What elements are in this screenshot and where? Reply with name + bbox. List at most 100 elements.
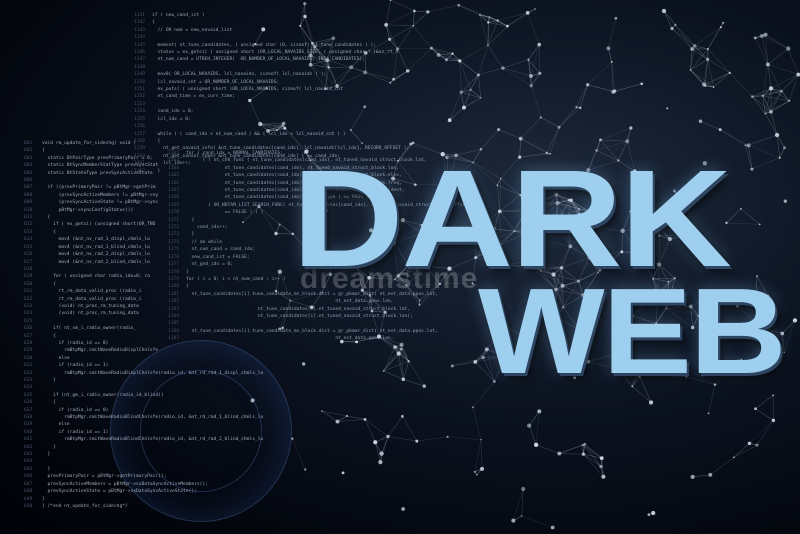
network-link — [487, 25, 508, 46]
network-node — [335, 419, 340, 424]
network-node — [708, 472, 713, 477]
code-text: // OR nom = new_navaid_list — [152, 27, 233, 33]
code-line: 1144 — [134, 34, 409, 41]
network-link — [691, 48, 708, 60]
network-node — [473, 470, 476, 473]
network-node — [783, 146, 787, 150]
code-text: } — [186, 232, 195, 238]
line-number: 626 — [24, 326, 33, 332]
network-link — [770, 111, 778, 136]
code-text: } — [42, 378, 56, 383]
network-link — [460, 92, 465, 108]
network-node — [557, 451, 562, 456]
code-text: } — [42, 496, 45, 502]
network-link — [520, 117, 542, 139]
line-number: 1179 — [168, 276, 180, 282]
code-text: pBtMgr->syncConfigStatus()) — [42, 207, 134, 213]
network-node — [674, 23, 677, 27]
code-text: else — [42, 422, 70, 428]
network-node — [666, 107, 669, 110]
line-number: 1165 — [168, 173, 180, 179]
network-node — [341, 471, 345, 475]
code-text: { — [42, 215, 51, 221]
network-node — [501, 66, 505, 70]
network-link — [703, 72, 730, 85]
code-text: { — [186, 284, 189, 290]
code-text: { — [42, 333, 56, 339]
network-node — [583, 442, 587, 446]
network-node — [586, 83, 590, 87]
network-link — [783, 320, 796, 353]
line-number: 1145 — [134, 42, 146, 48]
network-node — [407, 359, 410, 363]
line-number: 618 — [24, 266, 33, 272]
line-number: 1156 — [134, 124, 146, 130]
code-text: nt_ext_data.ppos.lon, — [186, 299, 394, 305]
network-link — [540, 117, 560, 128]
code-line: 1152 nt_cand_time = ex_curr_time; — [134, 93, 409, 100]
network-node — [400, 348, 403, 351]
network-link — [740, 208, 760, 225]
network-link — [579, 84, 588, 108]
network-node — [534, 8, 537, 10]
network-node — [755, 443, 759, 447]
network-node — [529, 84, 533, 88]
network-node — [444, 58, 448, 62]
code-text: } — [42, 444, 56, 450]
network-link — [692, 474, 711, 478]
code-line: 639 else — [24, 421, 263, 428]
line-number: 1166 — [168, 180, 180, 186]
network-node — [382, 370, 385, 372]
network-node — [578, 106, 582, 110]
network-link — [480, 439, 483, 469]
network-node — [447, 118, 452, 123]
line-number: 625 — [24, 318, 33, 324]
code-text: } — [186, 269, 189, 275]
network-node — [707, 412, 710, 415]
line-number: 1162 — [168, 151, 180, 156]
code-line: 1155 lcl_idx = 0; — [134, 116, 409, 123]
network-node — [575, 106, 578, 109]
line-number: 1186 — [168, 328, 180, 334]
line-number: 610 — [24, 207, 33, 213]
network-link — [752, 88, 772, 97]
network-node — [783, 199, 787, 203]
network-node — [393, 345, 397, 349]
network-node — [486, 44, 489, 47]
line-number: 633 — [24, 378, 33, 383]
code-text: nt_num_cand = cand_idx; — [186, 247, 256, 253]
line-number: 623 — [24, 303, 33, 309]
line-number: 1151 — [134, 87, 146, 93]
line-number: 1169 — [168, 202, 180, 208]
line-number: 1176 — [168, 254, 180, 260]
network-node — [629, 126, 633, 130]
network-node — [401, 377, 406, 381]
network-node — [363, 417, 367, 421]
network-node — [712, 86, 715, 88]
code-line: 641 rmBtpMgr.smitWaveRadioBlindChnlsfe(r… — [24, 436, 263, 443]
network-node — [750, 167, 754, 171]
network-link — [416, 436, 448, 442]
code-line: 601 void rm_update_for_sidechg( void ) — [24, 140, 263, 147]
line-number: 649 — [24, 496, 33, 502]
network-link — [587, 84, 615, 92]
network-node — [379, 451, 384, 456]
network-node — [462, 105, 466, 110]
network-link — [407, 47, 432, 72]
code-text: nt_tune_candidates[i].nt_tuned_navaid_st… — [186, 306, 411, 312]
line-number: 619 — [24, 274, 33, 280]
network-node — [521, 486, 526, 492]
network-node — [320, 410, 323, 412]
network-link — [690, 48, 709, 71]
code-text: for ( cand_idx = NORMAL_CANDIDATES; — [186, 151, 283, 156]
code-text: cand_idx++; — [186, 225, 228, 231]
code-text: rmBtpMgr.smitWaveRadioBlindChnlsfe(radio… — [42, 437, 264, 443]
line-number: 638 — [24, 415, 33, 421]
network-link — [765, 34, 789, 49]
code-line: 648 prevSyncActiveState = pBtMgr->sxData… — [24, 488, 263, 495]
network-node — [764, 112, 767, 115]
line-number: 631 — [24, 363, 33, 369]
network-link — [749, 420, 774, 444]
network-link — [412, 10, 415, 26]
network-link — [461, 91, 481, 99]
